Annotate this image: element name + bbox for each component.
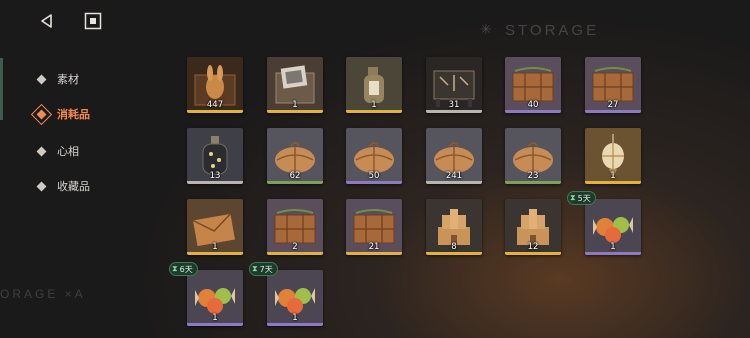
nav-item-heart-phase[interactable]: 心相 [34,141,79,161]
item-count: 1 [371,100,377,110]
diamond-icon [36,74,47,84]
selected-diamond-icon [30,103,53,125]
diamond-icon [36,146,47,156]
rarity-bar [346,181,402,184]
rarity-bar [187,252,243,255]
expiry-timer-badge: ⧗ 7天 [249,262,278,276]
item-count: 12 [527,242,539,252]
item-count: 21 [368,242,380,252]
inventory-slot[interactable]: 1 [267,270,323,326]
item-count: 241 [445,171,463,181]
inventory-slot[interactable]: 31 [426,57,482,113]
rarity-bar [267,252,323,255]
inventory-slot[interactable]: 1 [267,57,323,113]
rarity-bar [346,110,402,113]
item-count: 23 [527,171,539,181]
diamond-icon [36,181,47,191]
expiry-timer-text: 6天 [179,264,193,274]
item-count: 1 [292,100,298,110]
rarity-bar [187,181,243,184]
item-count: 2 [292,242,298,252]
nav-item-consumables[interactable]: 消耗品 [30,103,90,125]
expiry-timer-badge: ⧗ 6天 [169,262,198,276]
square-icon [84,12,102,30]
item-count: 447 [206,100,224,110]
inventory-slot[interactable]: 447 [187,57,243,113]
inventory-slot[interactable]: 8 [426,199,482,255]
item-count: 1 [610,242,616,252]
item-count: 1 [610,171,616,181]
nav-item-label: 心相 [57,145,79,158]
inventory-slot[interactable]: 1 [187,199,243,255]
inventory-slot[interactable]: 40 [505,57,561,113]
storage-watermark: STORAGE [505,22,600,39]
hourglass-icon: ⧗ [252,264,258,273]
rarity-bar [426,110,482,113]
rarity-bar [505,110,561,113]
rarity-bar [585,110,641,113]
rarity-bar [187,110,243,113]
inventory-slot[interactable]: 1 [585,199,641,255]
item-count: 31 [448,100,460,110]
item-count: 40 [527,100,539,110]
rarity-bar [426,181,482,184]
inventory-slot[interactable]: 50 [346,128,402,184]
storage-emblem-icon: ✳︎ [480,22,492,38]
hourglass-icon: ⧗ [570,193,576,202]
item-count: 1 [212,313,218,323]
item-count: 1 [212,242,218,252]
rarity-bar [585,252,641,255]
inventory-slot[interactable]: 21 [346,199,402,255]
rarity-bar [267,181,323,184]
item-count: 27 [607,100,619,110]
item-count: 1 [292,313,298,323]
rarity-bar [505,252,561,255]
nav-item-collectibles[interactable]: 收藏品 [34,176,90,196]
inventory-slot[interactable]: 62 [267,128,323,184]
nav-item-materials[interactable]: 素材 [34,69,79,89]
hourglass-icon: ⧗ [172,264,178,273]
item-count: 50 [368,171,380,181]
back-button[interactable] [36,10,58,32]
inventory-slot[interactable]: 2 [267,199,323,255]
rarity-bar [346,252,402,255]
back-arrow-icon [41,14,52,28]
rarity-bar [585,181,641,184]
inventory-slot[interactable]: 1 [187,270,243,326]
rarity-bar [267,323,323,326]
item-count: 62 [289,171,301,181]
rarity-bar [426,252,482,255]
storage-watermark-left: ORAGE ×A [0,287,86,301]
rarity-bar [267,110,323,113]
nav-item-label: 消耗品 [57,108,90,121]
stop-button[interactable] [82,10,104,32]
inventory-slot[interactable]: 241 [426,128,482,184]
inventory-slot[interactable]: 1 [346,57,402,113]
side-accent-bar [0,58,3,120]
inventory-slot[interactable]: 12 [505,199,561,255]
item-count: 13 [209,171,221,181]
inventory-slot[interactable]: 23 [505,128,561,184]
inventory-slot[interactable]: 27 [585,57,641,113]
rarity-bar [505,181,561,184]
rarity-bar [187,323,243,326]
inventory-slot[interactable]: 1 [585,128,641,184]
nav-item-label: 收藏品 [57,180,90,193]
nav-item-label: 素材 [57,73,79,86]
item-count: 8 [451,242,457,252]
expiry-timer-text: 5天 [577,193,591,203]
expiry-timer-badge: ⧗ 5天 [567,191,596,205]
expiry-timer-text: 7天 [259,264,273,274]
inventory-slot[interactable]: 13 [187,128,243,184]
